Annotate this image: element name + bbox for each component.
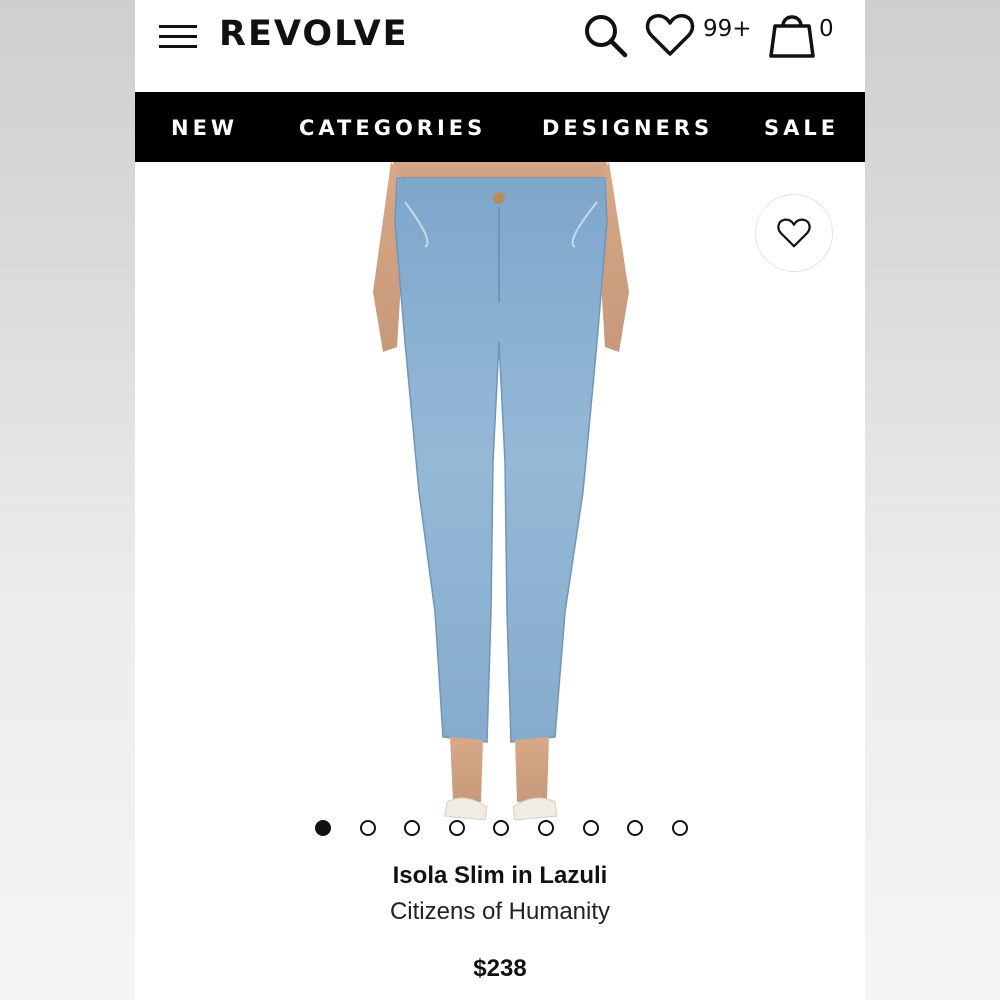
product-page: REVOLVE 99+ 0 NEW CATEGORIES DESIGNERS S… (135, 0, 865, 1000)
nav-item-sale[interactable]: SALE (764, 92, 839, 162)
nav-item-new[interactable]: NEW (171, 92, 238, 162)
heart-icon[interactable] (645, 12, 695, 58)
header: REVOLVE 99+ 0 (135, 0, 865, 92)
carousel-dot-6[interactable] (538, 820, 554, 836)
carousel-dot-3[interactable] (404, 820, 420, 836)
carousel-dot-7[interactable] (583, 820, 599, 836)
product-name: Isola Slim in Lazuli (392, 862, 608, 889)
wishlist-count: 99+ (703, 16, 752, 42)
carousel-dot-5[interactable] (493, 820, 509, 836)
carousel-dot-8[interactable] (627, 820, 643, 836)
heart-icon (777, 218, 811, 248)
bag-icon[interactable] (767, 8, 817, 60)
search-icon[interactable] (581, 10, 631, 60)
product-image[interactable] (135, 162, 865, 852)
carousel-dot-1[interactable] (315, 820, 331, 836)
image-carousel-dots (315, 820, 688, 838)
nav-item-designers[interactable]: DESIGNERS (542, 92, 713, 162)
carousel-dot-9[interactable] (672, 820, 688, 836)
product-price: $238 (473, 955, 527, 982)
nav-item-categories[interactable]: CATEGORIES (299, 92, 486, 162)
bag-count: 0 (819, 16, 834, 42)
category-nav: NEW CATEGORIES DESIGNERS SALE (135, 92, 865, 162)
revolve-logo[interactable]: REVOLVE (219, 14, 409, 54)
menu-icon[interactable] (159, 22, 199, 52)
add-to-wishlist-button[interactable] (755, 194, 833, 272)
carousel-dot-4[interactable] (449, 820, 465, 836)
carousel-dot-2[interactable] (360, 820, 376, 836)
product-brand[interactable]: Citizens of Humanity (135, 898, 865, 926)
